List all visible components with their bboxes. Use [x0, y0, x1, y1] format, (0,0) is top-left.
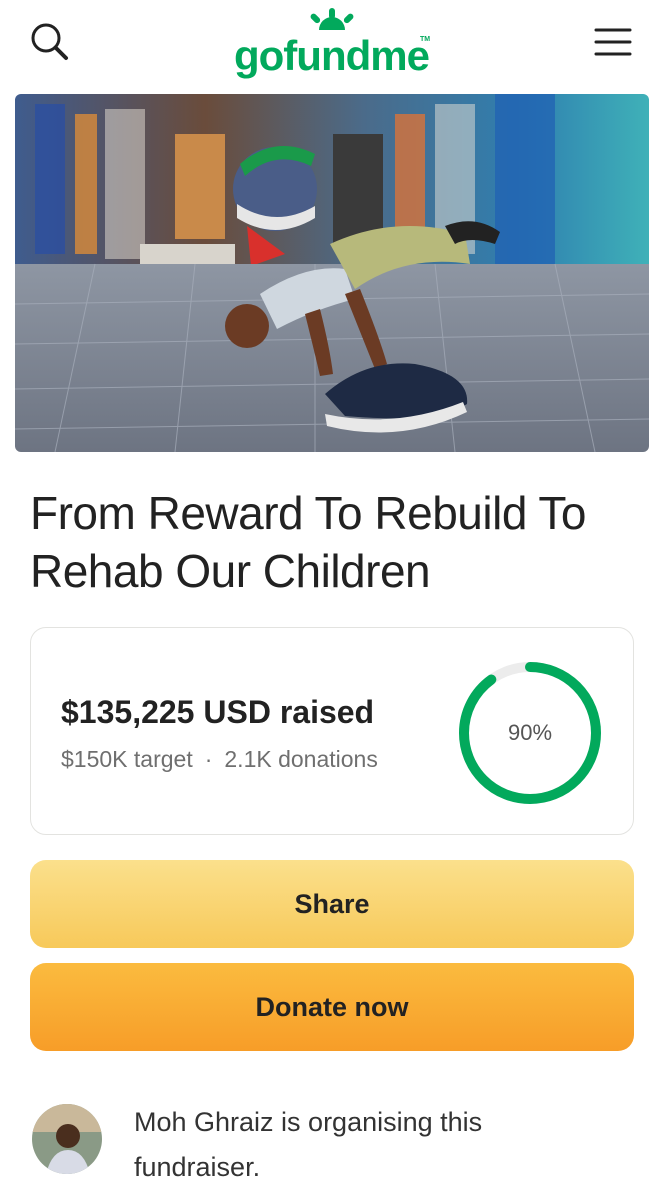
- target-amount: $150K target: [61, 746, 193, 772]
- gofundme-logo[interactable]: gofundme TM: [230, 6, 440, 80]
- progress-meta: $150K target · 2.1K donations: [61, 746, 378, 773]
- progress-percent: 90%: [507, 720, 553, 745]
- organiser-text: Moh Ghraiz is organising this fundraiser…: [134, 1107, 483, 1182]
- campaign-hero-image: [15, 94, 649, 452]
- logo-trademark: TM: [420, 36, 431, 43]
- organiser-avatar[interactable]: [32, 1104, 102, 1174]
- campaign-title: From Reward To Rebuild To Rehab Our Chil…: [30, 487, 586, 597]
- amount-raised: $135,225 USD raised: [61, 694, 375, 730]
- header: gofundme TM: [0, 0, 664, 88]
- search-button[interactable]: [28, 20, 74, 66]
- meta-separator: ·: [204, 746, 213, 772]
- donate-now-button[interactable]: Donate now: [30, 963, 634, 1051]
- menu-button[interactable]: [590, 22, 636, 62]
- share-button[interactable]: Share: [30, 860, 634, 948]
- logo-text: gofundme: [234, 32, 430, 79]
- donation-count: 2.1K donations: [224, 746, 378, 772]
- progress-card: $135,225 USD raised $150K target · 2.1K do…: [30, 627, 634, 835]
- search-icon: [31, 23, 68, 60]
- organiser-info: Moh Ghraiz is organising this fundraiser…: [30, 1100, 634, 1190]
- hamburger-menu-icon: [594, 28, 632, 56]
